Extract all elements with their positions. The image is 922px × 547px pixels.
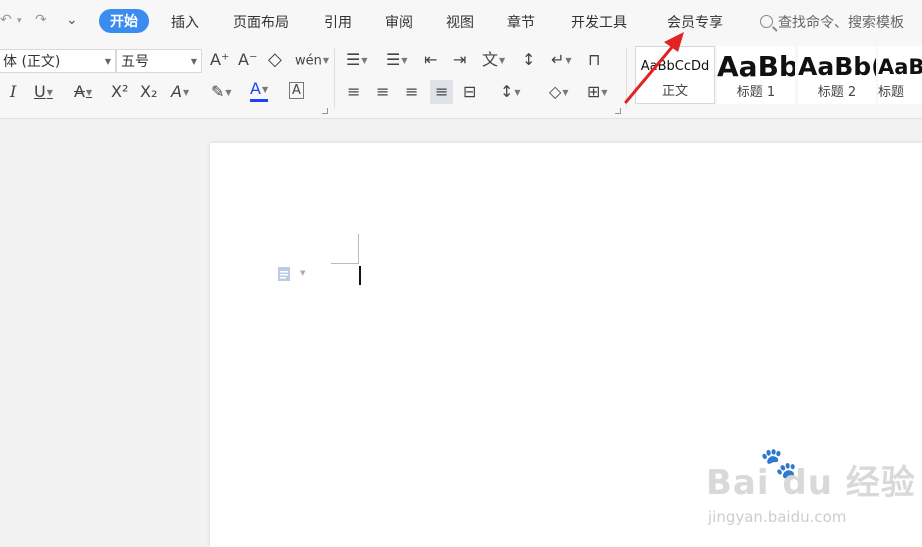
annotation-arrow-icon bbox=[624, 32, 684, 104]
